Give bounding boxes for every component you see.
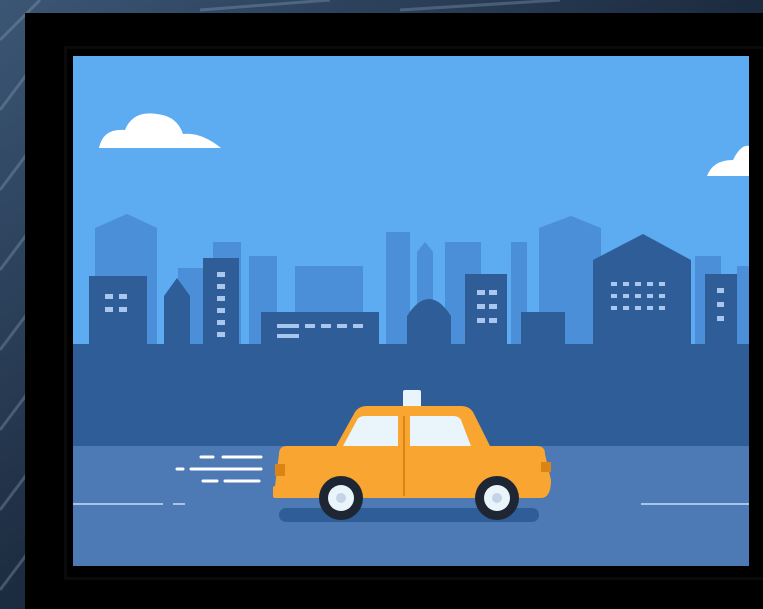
building-icon (705, 274, 737, 356)
building-icon (465, 274, 507, 356)
taxi-illustration (73, 56, 749, 566)
scene-svg (73, 56, 749, 566)
taxi-wheel-rear (319, 476, 363, 520)
taxi-wheel-front (475, 476, 519, 520)
